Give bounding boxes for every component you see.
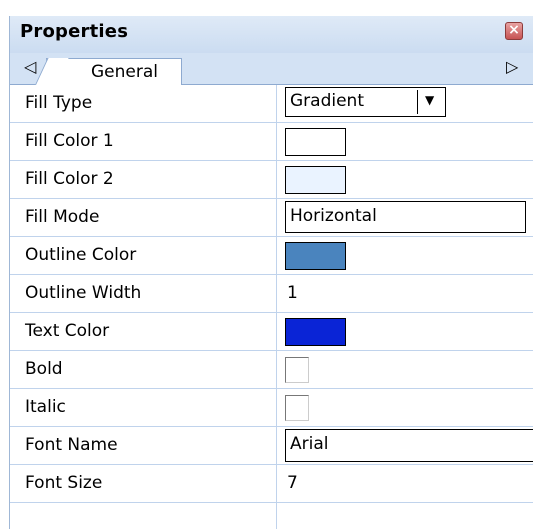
row-fill-color-1: Fill Color 1 [10, 123, 533, 161]
row-label: Text Color [25, 321, 110, 341]
close-icon[interactable]: × [505, 22, 523, 40]
row-text-color: Text Color [10, 313, 533, 351]
fill-color-1-swatch[interactable] [285, 128, 346, 156]
row-bold: Bold [10, 351, 533, 389]
row-font-name: Font Name Arial [10, 427, 533, 465]
tab-general[interactable]: General [35, 58, 182, 85]
font-name-field[interactable]: Arial [285, 429, 533, 462]
italic-checkbox[interactable] [285, 395, 309, 421]
fill-type-value: Gradient [290, 91, 364, 111]
tab-bar: ◁ General ▷ [10, 53, 533, 85]
tab-scroll-left-icon[interactable]: ◁ [24, 57, 36, 76]
row-label: Font Name [25, 435, 118, 455]
row-label: Fill Color 2 [25, 169, 114, 189]
tab-scroll-right-icon[interactable]: ▷ [506, 57, 518, 76]
outline-width-field[interactable]: 1 [277, 275, 533, 313]
panel-titlebar: Properties × [10, 16, 533, 53]
fill-mode-value: Horizontal [290, 206, 377, 226]
properties-panel: Properties × ◁ General ▷ Fill Type Gradi… [9, 16, 533, 529]
font-size-field[interactable]: 7 [277, 465, 533, 503]
fill-mode-field[interactable]: Horizontal [285, 201, 526, 233]
fill-type-select[interactable]: Gradient ▼ [285, 87, 446, 117]
row-label: Outline Width [25, 283, 142, 303]
panel-title: Properties [20, 21, 129, 42]
row-label: Outline Color [25, 245, 137, 265]
tab-general-label: General [91, 62, 158, 82]
property-grid: Fill Type Gradient ▼ Fill Color 1 Fill C… [10, 85, 533, 529]
row-label: Fill Mode [25, 207, 100, 227]
row-fill-type: Fill Type Gradient ▼ [10, 85, 533, 123]
outline-color-swatch[interactable] [285, 242, 346, 270]
text-color-swatch[interactable] [285, 318, 346, 346]
fill-color-2-swatch[interactable] [285, 166, 346, 194]
row-italic: Italic [10, 389, 533, 427]
row-outline-color: Outline Color [10, 237, 533, 275]
bold-checkbox[interactable] [285, 357, 309, 383]
row-label: Font Size [25, 473, 103, 493]
font-size-value: 7 [287, 473, 298, 493]
row-outline-width: Outline Width 1 [10, 275, 533, 313]
row-label: Italic [25, 397, 66, 417]
font-name-value: Arial [290, 434, 329, 454]
row-fill-color-2: Fill Color 2 [10, 161, 533, 199]
dropdown-arrow-icon[interactable]: ▼ [417, 90, 443, 114]
row-fill-mode: Fill Mode Horizontal [10, 199, 533, 237]
row-font-size: Font Size 7 [10, 465, 533, 503]
outline-width-value: 1 [287, 283, 298, 303]
row-label: Fill Type [25, 93, 93, 113]
row-label: Fill Color 1 [25, 131, 114, 151]
row-label: Bold [25, 359, 63, 379]
